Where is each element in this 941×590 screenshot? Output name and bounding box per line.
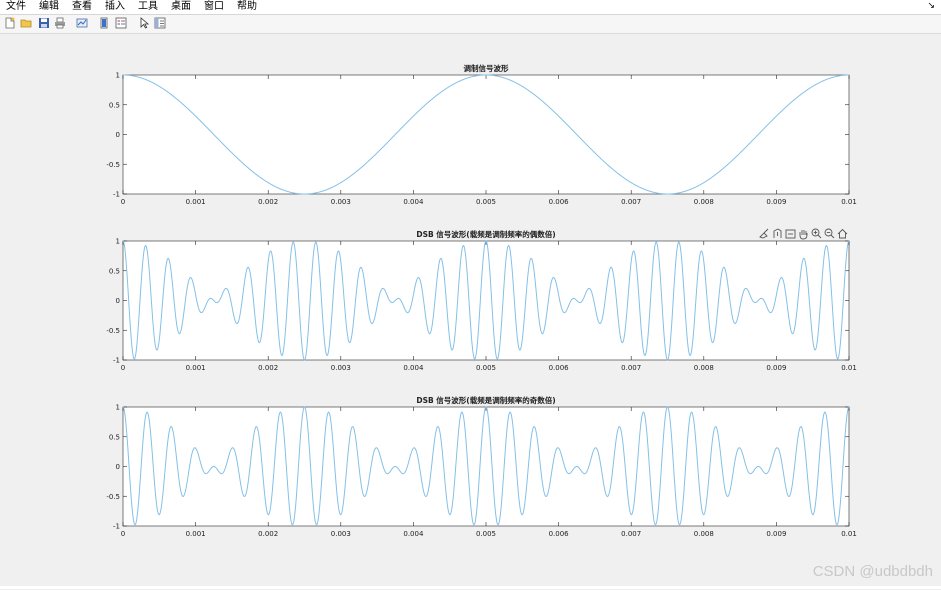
y-tick-label: -0.5 <box>106 493 120 501</box>
x-tick-label: 0.004 <box>403 364 424 372</box>
link-plot-icon[interactable] <box>76 17 88 29</box>
axes-box <box>122 240 850 361</box>
menu-bar: 文件 编辑 查看 插入 工具 桌面 窗口 帮助 ↘ <box>0 0 941 15</box>
x-tick-label: 0.005 <box>476 198 496 206</box>
x-tick-label: 0.001 <box>186 364 206 372</box>
axes-toolbar <box>759 228 848 240</box>
x-tick-label: 0.008 <box>694 198 714 206</box>
menu-view[interactable]: 查看 <box>66 0 99 14</box>
x-tick-label: 0 <box>121 364 125 372</box>
x-tick-label: 0.001 <box>186 530 206 538</box>
home-icon[interactable] <box>837 228 848 239</box>
new-file-icon[interactable] <box>4 17 16 29</box>
y-tick-label: -1 <box>113 191 120 199</box>
chart-title: DSB 信号波形(载频是调制频率的偶数倍) <box>416 229 555 239</box>
x-tick-label: 0.003 <box>331 198 351 206</box>
subplot-3[interactable]: DSB 信号波形(载频是调制频率的奇数倍) 0 0.001 0.002 0.003 0.0… <box>106 395 856 538</box>
axes-box <box>122 406 850 527</box>
y-tick-label: 1 <box>116 404 120 412</box>
brush-icon[interactable] <box>759 228 769 239</box>
axes-box <box>122 74 850 195</box>
x-tick-label: 0.002 <box>258 530 278 538</box>
x-tick-label: 0 <box>121 530 125 538</box>
y-tick-label: -0.5 <box>106 327 120 335</box>
y-tick-label: 0 <box>116 463 120 471</box>
x-tick-label: 0.01 <box>841 364 857 372</box>
insert-legend-icon[interactable] <box>115 17 127 29</box>
x-tick-label: 0.006 <box>549 530 570 538</box>
chart-title: DSB 信号波形(载频是调制频率的奇数倍) <box>416 395 555 405</box>
y-tick-label: 0.5 <box>109 101 120 109</box>
zoom-out-icon[interactable] <box>824 228 835 239</box>
zoom-in-icon[interactable] <box>811 228 822 239</box>
y-tick-label: 1 <box>116 238 120 246</box>
open-folder-icon[interactable] <box>20 17 32 29</box>
x-tick-label: 0.007 <box>621 364 641 372</box>
x-tick-label: 0.009 <box>766 198 786 206</box>
x-tick-label: 0.001 <box>186 198 206 206</box>
x-tick-label: 0.003 <box>331 530 351 538</box>
subplot-1[interactable]: 调制信号波形 0 0.001 0.002 0.003 0.004 0.005 0.006 0.0… <box>106 63 856 206</box>
x-tick-label: 0 <box>121 198 125 206</box>
x-tick-label: 0.01 <box>841 530 857 538</box>
x-tick-label: 0.005 <box>476 364 496 372</box>
x-tick-label: 0.002 <box>258 198 278 206</box>
dock-arrow-icon[interactable]: ↘ <box>927 1 935 11</box>
insert-colorbar-icon[interactable] <box>98 17 110 29</box>
x-tick-label: 0.006 <box>549 198 570 206</box>
x-tick-label: 0.004 <box>403 198 424 206</box>
export-icon[interactable] <box>785 229 796 239</box>
x-tick-label: 0.009 <box>766 530 786 538</box>
x-tick-label: 0.003 <box>331 364 351 372</box>
menu-desktop[interactable]: 桌面 <box>165 0 198 14</box>
x-tick-label: 0.008 <box>694 530 714 538</box>
property-editor-icon[interactable] <box>154 17 166 29</box>
chart-title: 调制信号波形 <box>464 63 509 73</box>
x-tick-label: 0.006 <box>549 364 570 372</box>
menu-insert[interactable]: 插入 <box>99 0 132 14</box>
print-icon[interactable] <box>54 17 66 29</box>
menu-window[interactable]: 窗口 <box>198 0 231 14</box>
pointer-icon[interactable] <box>138 17 150 29</box>
figure-toolbar <box>0 15 941 34</box>
watermark: CSDN @udbdbdh <box>812 563 933 580</box>
y-tick-label: -1 <box>113 523 120 531</box>
x-tick-label: 0.009 <box>766 364 786 372</box>
pan-hand-icon[interactable] <box>799 230 808 240</box>
y-tick-label: 0 <box>116 131 120 139</box>
menu-help[interactable]: 帮助 <box>231 0 264 14</box>
y-tick-label: 0 <box>116 297 120 305</box>
figure-area: 调制信号波形 0 0.001 0.002 0.003 0.004 0.005 0.006 0.0… <box>0 34 941 586</box>
y-tick-label: 0.5 <box>109 267 120 275</box>
figure-canvas: 调制信号波形 0 0.001 0.002 0.003 0.004 0.005 0.006 0.0… <box>106 63 856 538</box>
menu-tools[interactable]: 工具 <box>132 0 165 14</box>
y-tick-label: 1 <box>116 72 120 80</box>
x-tick-label: 0.002 <box>258 364 278 372</box>
data-tips-icon[interactable] <box>773 228 782 238</box>
menu-file[interactable]: 文件 <box>0 0 33 14</box>
x-tick-label: 0.007 <box>621 198 641 206</box>
save-icon[interactable] <box>38 17 50 29</box>
x-tick-label: 0.005 <box>476 530 496 538</box>
x-tick-label: 0.007 <box>621 530 641 538</box>
y-tick-label: 0.5 <box>109 433 120 441</box>
menu-edit[interactable]: 编辑 <box>33 0 66 14</box>
x-tick-label: 0.008 <box>694 364 714 372</box>
y-tick-label: -0.5 <box>106 161 120 169</box>
y-tick-label: -1 <box>113 357 120 365</box>
x-tick-label: 0.01 <box>841 198 857 206</box>
subplot-2[interactable]: DSB 信号波形(载频是调制频率的偶数倍) 0 0.001 0.002 0.003 0.0… <box>106 229 856 372</box>
x-tick-label: 0.004 <box>403 530 424 538</box>
